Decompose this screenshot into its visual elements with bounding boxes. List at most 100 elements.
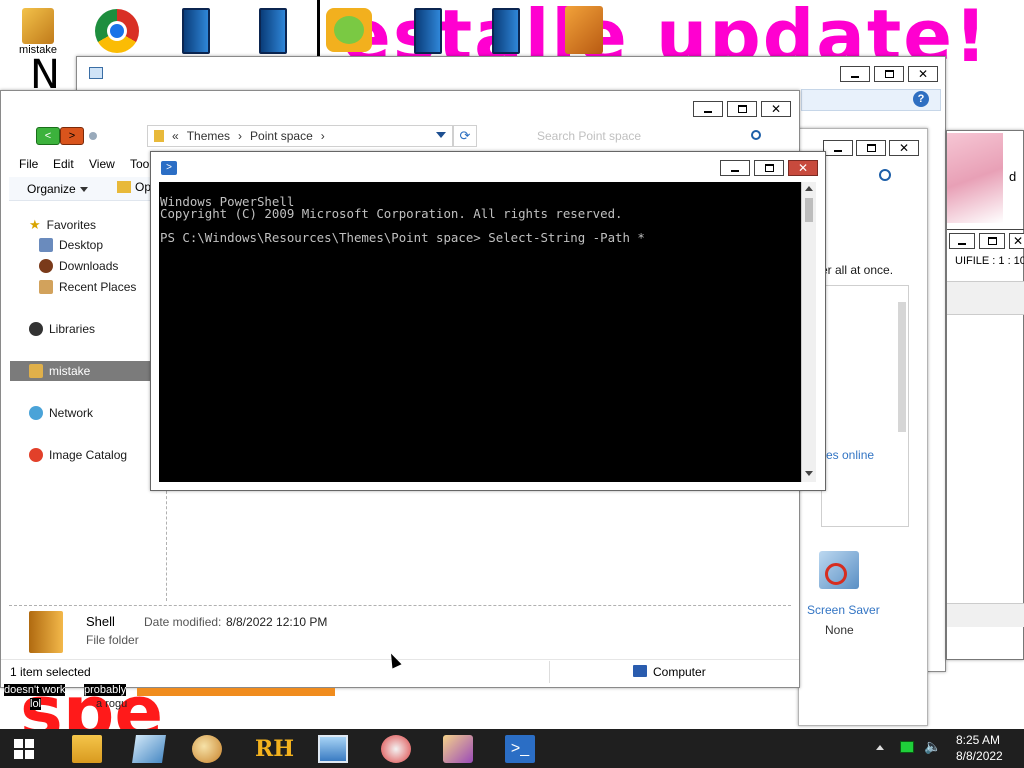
file-explorer-icon[interactable] — [72, 735, 102, 763]
minimize-button[interactable] — [823, 140, 853, 156]
refresh-button[interactable]: ⟳ — [453, 125, 477, 147]
nav-network[interactable]: Network — [29, 406, 93, 420]
minimize-button[interactable] — [949, 233, 975, 249]
screen-saver-value: None — [825, 623, 854, 637]
angry-birds-pig-icon[interactable] — [326, 8, 372, 52]
close-button[interactable]: ✕ — [1009, 233, 1024, 249]
close-button[interactable]: ✕ — [889, 140, 919, 156]
computer-icon — [633, 665, 647, 677]
chrome-icon[interactable] — [95, 9, 139, 53]
menu-view[interactable]: View — [89, 157, 115, 171]
nav-recent-places[interactable]: Recent Places — [39, 280, 136, 294]
powershell-window: > ✕ Windows PowerShell Copyright (C) 2009… — [150, 151, 826, 491]
status-location: Computer — [653, 665, 706, 679]
nav-label: Favorites — [46, 218, 97, 232]
scissors-icon[interactable] — [381, 735, 411, 763]
organize-button[interactable]: Organize — [27, 182, 88, 196]
star-icon: ★ — [29, 217, 41, 232]
start-button[interactable] — [14, 739, 34, 759]
search-box[interactable]: Search Point space — [529, 125, 771, 147]
maximize-button[interactable] — [979, 233, 1005, 249]
uifile-window: d ✕ UIFILE : 1 : 103 — [946, 130, 1024, 660]
screen-saver-label[interactable]: Screen Saver — [807, 603, 880, 617]
photo-viewer-icon[interactable] — [318, 735, 348, 763]
menu-tools[interactable]: Too — [130, 157, 149, 171]
breadcrumb-point-space[interactable]: Point space — [250, 129, 313, 143]
breadcrumb-overflow[interactable]: « — [172, 129, 179, 143]
breadcrumb-separator[interactable]: › — [238, 129, 242, 143]
computer-icon — [29, 364, 43, 378]
back-button[interactable]: < — [36, 127, 60, 145]
clock-date[interactable]: 8/8/2022 — [956, 749, 1003, 763]
phone-icon[interactable] — [414, 8, 442, 54]
scroll-down-icon[interactable] — [805, 471, 813, 476]
maximize-button[interactable] — [856, 140, 886, 156]
console-prompt-line[interactable]: PS C:\Windows\Resources\Themes\Point spa… — [160, 231, 801, 244]
battery-icon[interactable] — [900, 741, 914, 753]
show-hidden-icons[interactable] — [876, 745, 884, 750]
nav-libraries[interactable]: Libraries — [29, 322, 95, 336]
close-button[interactable]: ✕ — [908, 66, 938, 82]
libraries-icon — [29, 322, 43, 336]
nav-desktop[interactable]: Desktop — [39, 238, 103, 252]
image-app-icon[interactable] — [443, 735, 473, 763]
blocks-game-icon[interactable] — [565, 6, 603, 54]
close-button[interactable]: ✕ — [761, 101, 791, 117]
nav-pane-divider — [166, 491, 167, 601]
open-button[interactable]: Op — [117, 180, 151, 194]
console-line: Copyright (C) 2009 Microsoft Corporation… — [160, 206, 623, 221]
maximize-button[interactable] — [754, 160, 784, 176]
menu-file[interactable]: File — [19, 157, 38, 171]
uifile-inner-frame — [947, 229, 1024, 230]
phone-icon[interactable] — [492, 8, 520, 54]
details-name: Shell — [86, 614, 115, 629]
phone-icon[interactable] — [259, 8, 287, 54]
paint-icon[interactable] — [192, 735, 222, 763]
orange-strip — [137, 688, 335, 696]
uifile-text: UIFILE : 1 : 103 — [955, 255, 1024, 267]
clock-time[interactable]: 8:25 AM — [956, 733, 1000, 747]
nav-mistake[interactable]: mistake — [29, 364, 90, 378]
maximize-button[interactable] — [874, 66, 904, 82]
scroll-thumb[interactable] — [805, 198, 813, 222]
powershell-taskbar-icon[interactable]: >_ — [505, 735, 535, 763]
menu-edit[interactable]: Edit — [53, 157, 74, 171]
taskbar: RH >_ 🔈 8:25 AM 8/8/2022 — [0, 729, 1024, 768]
powershell-console[interactable]: Windows PowerShell Copyright (C) 2009 Mic… — [159, 182, 801, 482]
network-icon — [29, 406, 43, 420]
scrollbar[interactable] — [898, 302, 906, 432]
rh-app-icon[interactable]: RH — [255, 735, 294, 763]
themes-online-link[interactable]: es online — [826, 448, 874, 462]
search-icon[interactable] — [879, 169, 891, 181]
close-button[interactable]: ✕ — [788, 160, 818, 176]
search-icon[interactable] — [751, 130, 761, 140]
address-dropdown-icon[interactable] — [436, 132, 446, 138]
minimize-button[interactable] — [720, 160, 750, 176]
minimize-button[interactable] — [693, 101, 723, 117]
maximize-button[interactable] — [727, 101, 757, 117]
folder-large-icon — [29, 611, 63, 653]
nav-favorites[interactable]: ★ Favorites — [29, 217, 96, 233]
minimize-button[interactable] — [840, 66, 870, 82]
nav-image-catalog[interactable]: Image Catalog — [29, 448, 127, 462]
breadcrumb-separator[interactable]: › — [321, 129, 325, 143]
help-icon[interactable]: ? — [913, 91, 929, 107]
nav-label: Image Catalog — [49, 448, 128, 462]
screen-saver-icon[interactable] — [819, 551, 859, 589]
nav-downloads[interactable]: Downloads — [39, 259, 118, 273]
theme-list-panel: es online — [821, 285, 909, 527]
search-input[interactable]: Search Point space — [537, 129, 641, 143]
forward-button[interactable]: > — [60, 127, 84, 145]
mistake-desktop-icon[interactable]: mistake — [10, 8, 66, 56]
phone-icon[interactable] — [182, 8, 210, 54]
scroll-up-icon[interactable] — [805, 186, 813, 191]
console-scrollbar[interactable] — [801, 182, 816, 482]
folder-icon — [154, 130, 164, 142]
volume-icon[interactable]: 🔈 — [924, 739, 941, 755]
breadcrumb-themes[interactable]: Themes — [187, 129, 230, 143]
status-divider — [549, 661, 550, 683]
notepad-icon[interactable] — [132, 735, 166, 763]
address-bar[interactable]: « Themes › Point space › — [147, 125, 453, 147]
recent-dropdown-icon[interactable] — [89, 132, 97, 140]
desktop-vertical-divider — [317, 0, 320, 60]
